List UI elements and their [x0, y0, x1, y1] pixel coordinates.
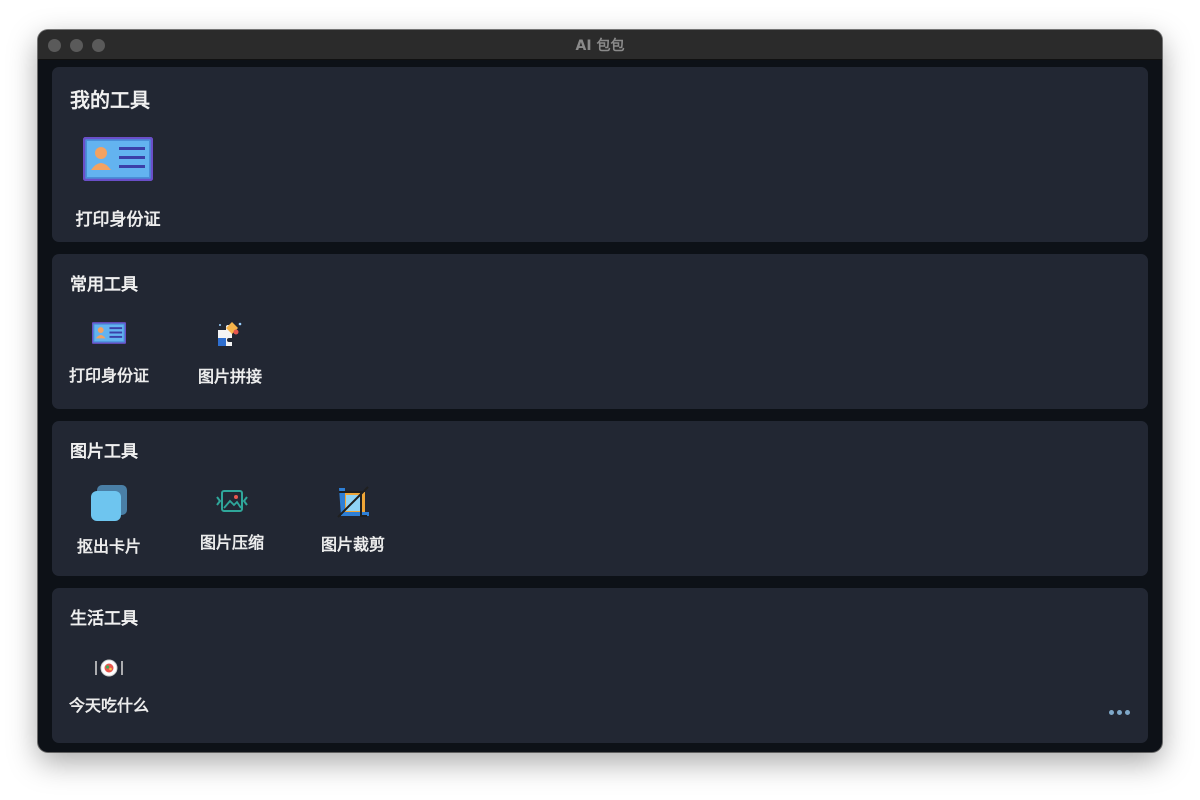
section-title: 我的工具: [70, 88, 150, 112]
maximize-window-button[interactable]: [92, 39, 105, 52]
puzzle-icon: [216, 320, 244, 348]
tool-print-id-card[interactable]: 打印身份证: [64, 322, 154, 386]
title-bar: AI 包包: [38, 30, 1162, 60]
window-title: AI 包包: [575, 37, 625, 54]
section-title: 常用工具: [70, 275, 138, 295]
minimize-window-button[interactable]: [70, 39, 83, 52]
tool-extract-card[interactable]: 抠出卡片: [74, 483, 144, 557]
section-life-tools: 生活工具 今天吃什么: [52, 588, 1148, 743]
tool-label: 图片压缩: [199, 533, 264, 552]
tool-label: 图片裁剪: [320, 535, 385, 554]
tool-image-crop[interactable]: 图片裁剪: [310, 483, 396, 555]
section-my-tools: 我的工具 打印身份证: [52, 67, 1148, 242]
image-compress-icon: [216, 487, 248, 515]
crop-icon: [334, 483, 372, 521]
close-window-button[interactable]: [48, 39, 61, 52]
more-options-icon[interactable]: [1109, 710, 1130, 715]
app-window: AI 包包 我的工具 打印身份证 常用工具 打印身份证 图片拼接 图片工具 抠出…: [38, 30, 1162, 752]
food-plate-icon: [93, 658, 125, 678]
id-card-icon: [83, 137, 153, 181]
tool-image-compress[interactable]: 图片压缩: [190, 487, 274, 553]
tool-image-stitch[interactable]: 图片拼接: [188, 320, 272, 387]
tool-label: 打印身份证: [75, 210, 161, 230]
tool-print-id-card[interactable]: 打印身份证: [70, 137, 166, 230]
section-image-tools: 图片工具 抠出卡片 图片压缩 图片裁剪: [52, 421, 1148, 576]
section-common-tools: 常用工具 打印身份证 图片拼接: [52, 254, 1148, 409]
tool-label: 今天吃什么: [68, 696, 149, 715]
section-title: 图片工具: [70, 442, 138, 462]
section-title: 生活工具: [70, 609, 138, 629]
tool-label: 图片拼接: [197, 367, 262, 386]
tool-what-to-eat[interactable]: 今天吃什么: [64, 658, 154, 716]
card-stack-icon: [89, 483, 129, 521]
id-card-icon: [92, 322, 126, 344]
window-controls: [48, 39, 105, 52]
tool-label: 打印身份证: [68, 366, 149, 385]
tool-label: 抠出卡片: [76, 537, 141, 556]
